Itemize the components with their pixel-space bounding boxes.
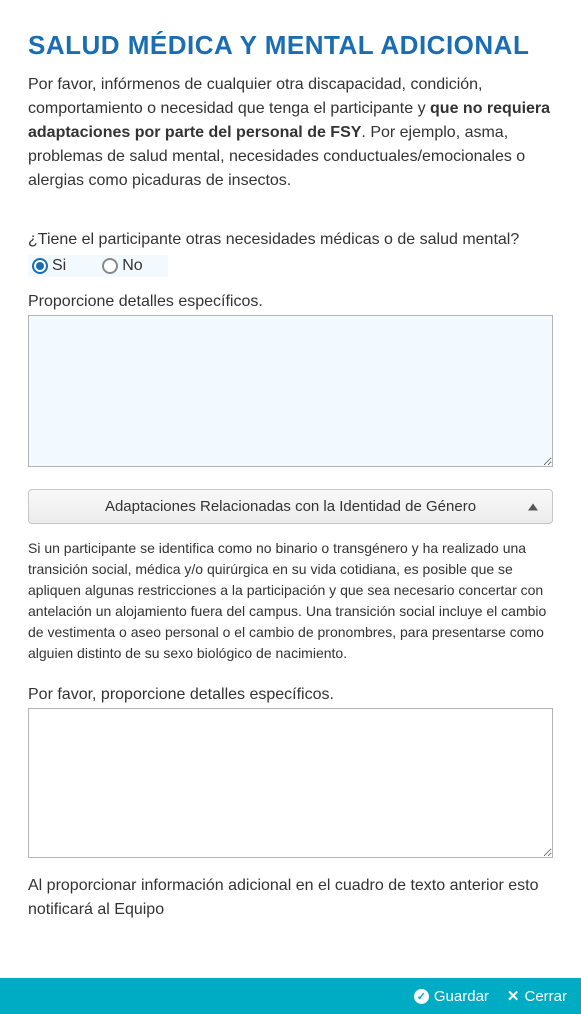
question-other-needs: ¿Tiene el participante otras necesidades… — [28, 231, 553, 249]
radio-no-label: No — [122, 257, 142, 275]
accordion-title: Adaptaciones Relacionadas con la Identid… — [105, 498, 476, 515]
accordion-gender-identity[interactable]: Adaptaciones Relacionadas con la Identid… — [28, 489, 553, 524]
check-circle-icon: ✓ — [414, 989, 429, 1004]
close-button[interactable]: ✕ Cerrar — [507, 987, 567, 1005]
footer-note: Al proporcionar información adicional en… — [28, 874, 553, 922]
action-bar: ✓ Guardar ✕ Cerrar — [0, 978, 581, 1014]
close-icon: ✕ — [507, 987, 520, 1005]
details1-textarea[interactable] — [28, 315, 553, 467]
radio-yes-label: Si — [52, 257, 66, 275]
save-button[interactable]: ✓ Guardar — [414, 988, 489, 1005]
accordion-body: Si un participante se identifica como no… — [28, 538, 553, 664]
details2-label: Por favor, proporcione detalles específi… — [28, 686, 553, 704]
radio-yes[interactable]: Si — [32, 257, 66, 275]
radio-no[interactable]: No — [102, 257, 142, 275]
radio-icon-selected — [32, 258, 48, 274]
chevron-up-icon — [528, 503, 538, 510]
close-label: Cerrar — [524, 988, 567, 1005]
details1-label: Proporcione detalles específicos. — [28, 293, 553, 311]
intro-text: Por favor, infórmenos de cualquier otra … — [28, 73, 553, 193]
save-label: Guardar — [434, 988, 489, 1005]
radio-group-other-needs: Si No — [28, 255, 168, 277]
intro-part1: Por favor, infórmenos de cualquier otra … — [28, 76, 482, 117]
details2-textarea[interactable] — [28, 708, 553, 858]
form-content: SALUD MÉDICA Y MENTAL ADICIONAL Por favo… — [0, 0, 581, 978]
page-title: SALUD MÉDICA Y MENTAL ADICIONAL — [28, 30, 553, 61]
radio-icon-unselected — [102, 258, 118, 274]
